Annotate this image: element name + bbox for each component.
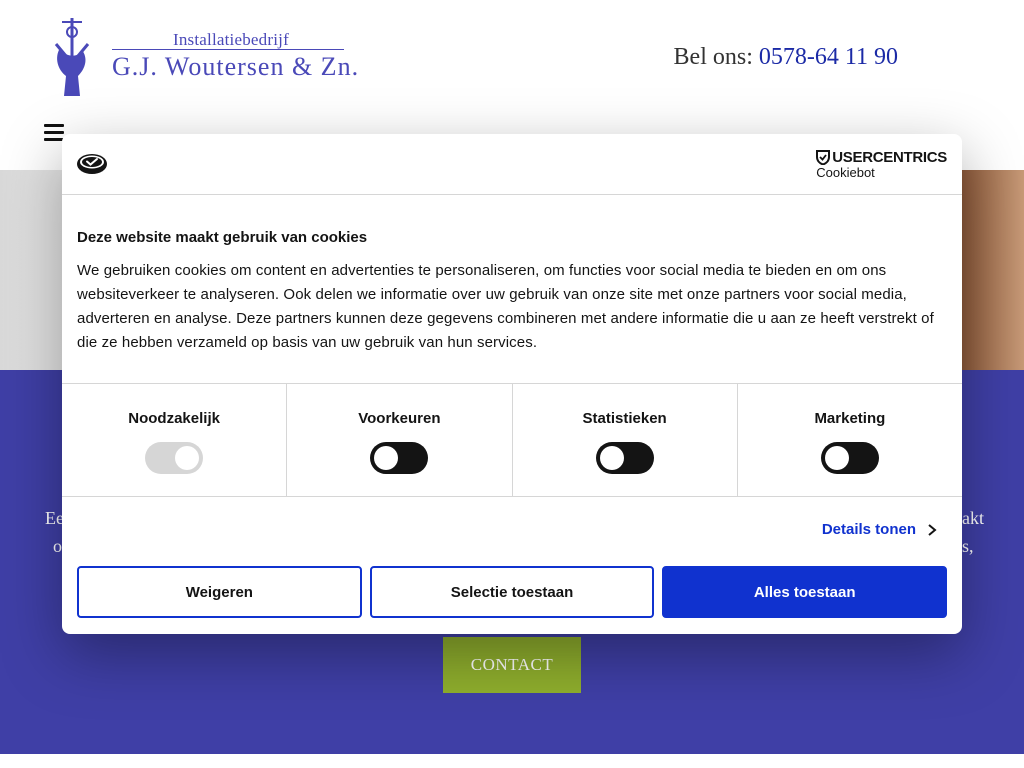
allow-selection-button[interactable]: Selectie toestaan xyxy=(369,566,655,618)
logo-company-name: G.J. Woutersen & Zn. xyxy=(112,52,360,81)
phone-label: Bel ons: xyxy=(673,44,753,70)
category-marketing: Marketing xyxy=(738,384,962,496)
cookiebot-brand[interactable]: USERCENTRICS Cookiebot xyxy=(816,149,947,180)
category-necessary: Noodzakelijk xyxy=(62,384,288,496)
allow-all-button[interactable]: Alles toestaan xyxy=(662,566,948,618)
cookie-consent-dialog: USERCENTRICS Cookiebot Deze website maak… xyxy=(62,134,962,634)
phone-number-link[interactable]: 0578-64 11 90 xyxy=(759,44,898,70)
contact-button[interactable]: CONTACT xyxy=(443,637,581,693)
logo-emblem-icon xyxy=(54,18,90,96)
logo-subtitle: Installatiebedrijf xyxy=(173,30,289,49)
hero-text-fragment: akt xyxy=(962,508,984,528)
phone-contact: Bel ons: 0578-64 11 90 xyxy=(674,44,898,71)
details-toggle-link[interactable]: Details tonen xyxy=(822,521,938,538)
dialog-body: Deze website maakt gebruik van cookies W… xyxy=(77,229,947,355)
category-label: Marketing xyxy=(814,410,886,427)
dialog-title: Deze website maakt gebruik van cookies xyxy=(77,229,368,246)
toggle-preferences[interactable] xyxy=(370,442,429,474)
dialog-actions: Weigeren Selectie toestaan Alles toestaa… xyxy=(77,566,948,618)
category-label: Voorkeuren xyxy=(358,410,441,427)
site-logo[interactable]: Installatiebedrijf G.J. Woutersen & Zn. xyxy=(50,14,358,100)
menu-icon[interactable] xyxy=(44,124,64,142)
category-statistics: Statistieken xyxy=(513,384,738,496)
brand-name: USERCENTRICS xyxy=(832,149,947,166)
toggle-statistics[interactable] xyxy=(595,442,654,474)
usercentrics-shield-icon xyxy=(816,150,831,165)
toggle-marketing[interactable] xyxy=(820,442,879,474)
hero-text-fragment: s, xyxy=(962,536,974,556)
logo-divider xyxy=(112,49,344,50)
category-preferences: Voorkeuren xyxy=(287,384,513,496)
toggle-necessary xyxy=(145,442,204,474)
deny-button[interactable]: Weigeren xyxy=(77,566,362,618)
hero-text-fragment: o xyxy=(53,536,62,556)
category-label: Noodzakelijk xyxy=(128,410,220,427)
dialog-header: USERCENTRICS Cookiebot xyxy=(62,134,962,195)
details-label: Details tonen xyxy=(821,521,916,538)
cookie-icon xyxy=(77,154,107,174)
brand-product: Cookiebot xyxy=(816,165,875,180)
chevron-right-icon xyxy=(928,523,937,536)
consent-categories: Noodzakelijk Voorkeuren Statistieken Mar… xyxy=(62,383,962,497)
dialog-description: We gebruiken cookies om content en adver… xyxy=(77,262,934,351)
category-label: Statistieken xyxy=(582,410,667,427)
